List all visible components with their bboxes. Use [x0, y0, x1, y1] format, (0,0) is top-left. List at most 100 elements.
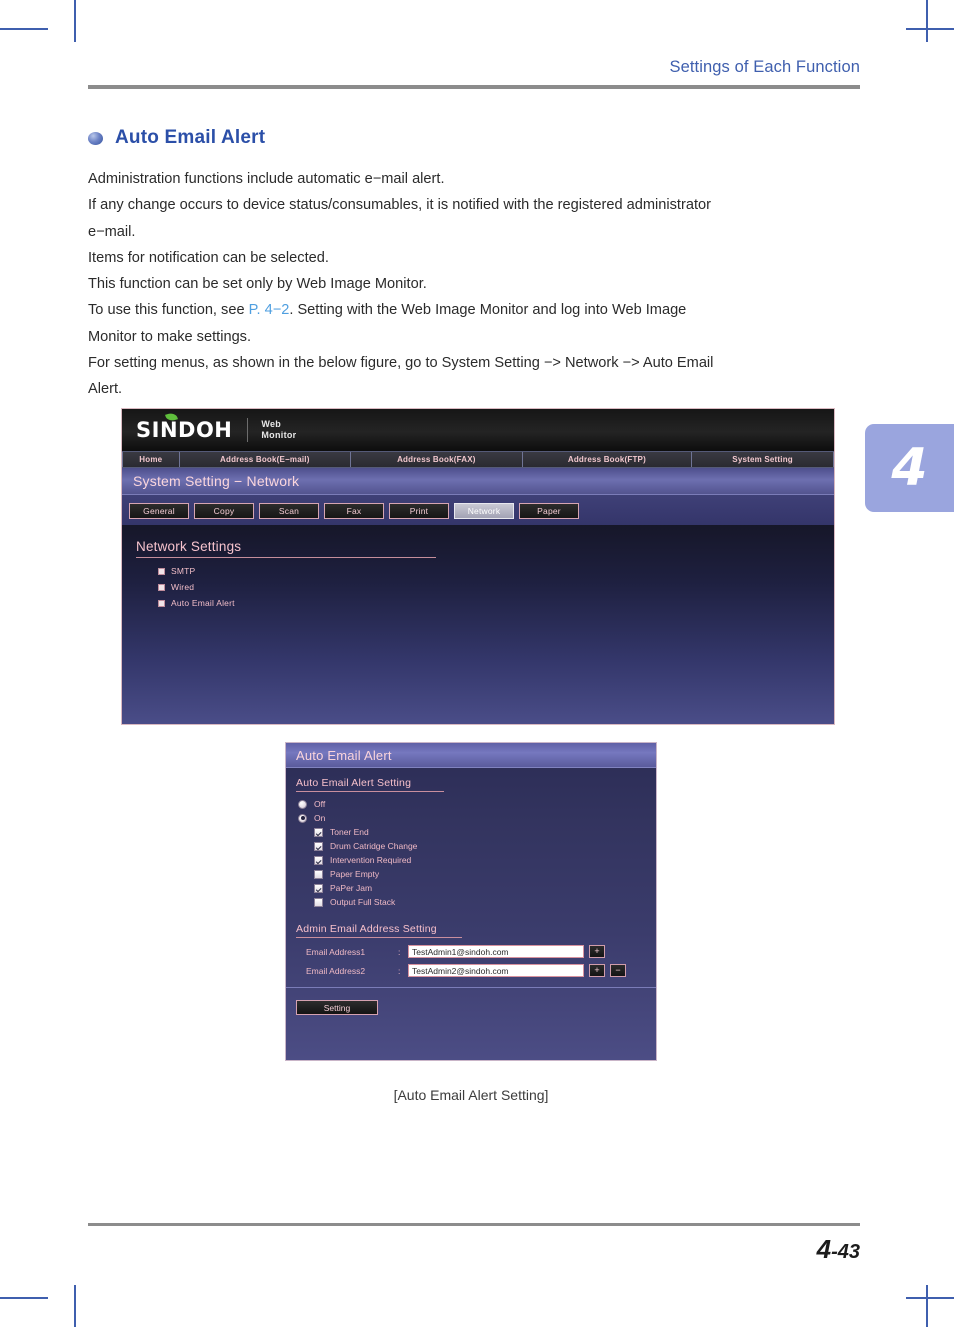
body-line: Monitor to make settings. — [88, 328, 252, 345]
radio-row-off[interactable]: Off — [298, 799, 656, 809]
email-address-1-label: Email Address1 — [306, 946, 366, 957]
page-reference-link[interactable]: P. 4−2 — [249, 302, 290, 318]
nav-tab-address-book-email[interactable]: Address Book(E−mail) — [179, 452, 352, 467]
checkbox-drum-catridge-change-icon[interactable] — [314, 841, 323, 851]
checkbox-paper-jam-icon[interactable] — [314, 883, 323, 893]
checkbox-output-full-stack-icon[interactable] — [314, 897, 323, 907]
sub-tab-paper[interactable]: Paper — [519, 503, 579, 519]
network-link-wired[interactable]: Wired — [158, 582, 834, 592]
web-monitor-top-nav: Home Address Book(E−mail) Address Book(F… — [122, 451, 834, 468]
sub-tab-scan[interactable]: Scan — [259, 503, 319, 519]
checkbox-toner-end-icon[interactable] — [314, 827, 323, 837]
checkbox-row-output-full-stack[interactable]: Output Full Stack — [314, 897, 656, 907]
radio-off-icon[interactable] — [298, 799, 307, 809]
nav-tab-home[interactable]: Home — [122, 452, 180, 467]
checkbox-label: PaPer Jam — [330, 883, 373, 893]
figure-web-image-monitor-network: SINDOH Web Monitor Home Address Book(E−m… — [121, 408, 835, 725]
auto-email-alert-setting-title: Auto Email Alert Setting — [296, 777, 412, 789]
admin-email-address-section: Admin Email Address Setting Email Addres… — [286, 911, 656, 977]
checkbox-row-toner-end[interactable]: Toner End — [314, 827, 656, 837]
web-monitor-subtitle-line2: Monitor — [261, 430, 297, 440]
web-monitor-logo-bar: SINDOH Web Monitor — [122, 409, 834, 451]
square-bullet-icon — [158, 567, 165, 575]
nav-tab-address-book-fax[interactable]: Address Book(FAX) — [351, 452, 523, 467]
chapter-tab: 4 — [865, 424, 954, 512]
network-link-smtp[interactable]: SMTP — [158, 566, 834, 576]
body-line: e−mail. — [88, 223, 136, 240]
setting-button[interactable]: Setting — [296, 1000, 378, 1015]
checkbox-intervention-required-icon[interactable] — [314, 855, 323, 865]
sub-tab-copy[interactable]: Copy — [194, 503, 254, 519]
sub-tab-network[interactable]: Network — [454, 503, 514, 519]
email-address-2-label: Email Address2 — [306, 965, 366, 976]
body-line: Administration functions include automat… — [88, 171, 445, 187]
checkbox-row-drum-catridge-change[interactable]: Drum Catridge Change — [314, 841, 656, 851]
sub-tab-general[interactable]: General — [129, 503, 189, 519]
web-monitor-sub-tabs: General Copy Scan Fax Print Network Pape… — [122, 495, 834, 525]
sub-tab-print[interactable]: Print — [389, 503, 449, 519]
chapter-tab-number: 4 — [891, 438, 928, 498]
admin-email-address-title: Admin Email Address Setting — [296, 923, 437, 935]
page-header: Settings of Each Function — [88, 58, 860, 89]
checkbox-row-paper-empty[interactable]: Paper Empty — [314, 869, 656, 879]
body-line: If any change occurs to device status/co… — [88, 197, 711, 214]
email-colon: : — [398, 965, 401, 976]
checkbox-paper-empty-icon[interactable] — [314, 869, 323, 879]
email-address-row-2: Email Address2 : TestAdmin2@sindoh.com +… — [306, 964, 656, 977]
page-number-major: 4 — [816, 1234, 832, 1264]
checkbox-row-intervention-required[interactable]: Intervention Required — [314, 855, 656, 865]
header-divider — [88, 85, 860, 89]
auto-email-alert-setting-section: Auto Email Alert Setting Off On Toner En… — [286, 768, 656, 907]
email-address-2-add-button[interactable]: + — [589, 964, 605, 977]
checkbox-label: Drum Catridge Change — [330, 841, 418, 851]
email-address-1-input[interactable]: TestAdmin1@sindoh.com — [408, 945, 584, 958]
figure-auto-email-alert-dialog: Auto Email Alert Auto Email Alert Settin… — [285, 742, 657, 1061]
section-heading: Auto Email Alert — [88, 127, 265, 149]
checkbox-label: Paper Empty — [330, 869, 380, 879]
body-line: Alert. — [88, 381, 123, 398]
crop-mark-bottom-right-vertical — [926, 1285, 928, 1327]
auto-email-alert-header-title: Auto Email Alert — [296, 747, 392, 763]
radio-off-label: Off — [314, 799, 326, 809]
radio-on-icon[interactable] — [298, 813, 307, 823]
sindoh-logo-text: SINDOH — [136, 418, 233, 442]
radio-on-label: On — [314, 813, 326, 823]
email-address-2-input[interactable]: TestAdmin2@sindoh.com — [408, 964, 584, 977]
bullet-dot-icon — [88, 131, 103, 145]
network-settings-panel: Network Settings SMTP Wired Auto Email A… — [122, 525, 834, 608]
page-number-minor: -43 — [831, 1241, 860, 1263]
crop-mark-bottom-left-horizontal — [0, 1297, 48, 1299]
sub-tab-fax[interactable]: Fax — [324, 503, 384, 519]
reference-prefix: To use this function, see — [88, 302, 249, 319]
web-monitor-subtitle-line1: Web — [261, 419, 282, 429]
nav-tab-system-setting[interactable]: System Setting — [692, 452, 834, 467]
page-footer: 4-43 — [88, 1223, 860, 1265]
email-address-row-1: Email Address1 : TestAdmin1@sindoh.com + — [306, 945, 656, 958]
email-address-1-add-button[interactable]: + — [589, 945, 605, 958]
section-divider — [296, 791, 444, 792]
page-title: Auto Email Alert — [115, 127, 266, 148]
web-monitor-page-title: System Setting − Network — [133, 473, 300, 489]
network-link-label: Auto Email Alert — [171, 598, 235, 608]
nav-tab-address-book-ftp[interactable]: Address Book(FTP) — [522, 452, 693, 467]
checkbox-row-paper-jam[interactable]: PaPer Jam — [314, 883, 656, 893]
logo-divider — [247, 418, 249, 442]
network-link-label: Wired — [171, 582, 195, 592]
section-divider — [296, 937, 462, 938]
reference-suffix: . Setting with the Web Image Monitor and… — [289, 302, 687, 319]
email-address-2-remove-button[interactable]: − — [610, 964, 626, 977]
crop-mark-bottom-left-vertical — [74, 1285, 76, 1327]
checkbox-label: Intervention Required — [330, 855, 412, 865]
crop-mark-top-left-horizontal — [0, 28, 48, 30]
crop-mark-top-right-horizontal — [906, 28, 954, 30]
radio-row-on[interactable]: On — [298, 813, 656, 823]
checkbox-label: Output Full Stack — [330, 897, 396, 907]
square-bullet-icon — [158, 599, 165, 607]
network-link-auto-email-alert[interactable]: Auto Email Alert — [158, 598, 834, 608]
network-settings-title: Network Settings — [136, 539, 242, 554]
square-bullet-icon — [158, 583, 165, 591]
network-settings-divider — [136, 557, 436, 558]
setting-button-area: Setting — [286, 987, 656, 1015]
web-monitor-page-title-bar: System Setting − Network — [122, 468, 834, 495]
crop-mark-top-right-vertical — [926, 0, 928, 42]
